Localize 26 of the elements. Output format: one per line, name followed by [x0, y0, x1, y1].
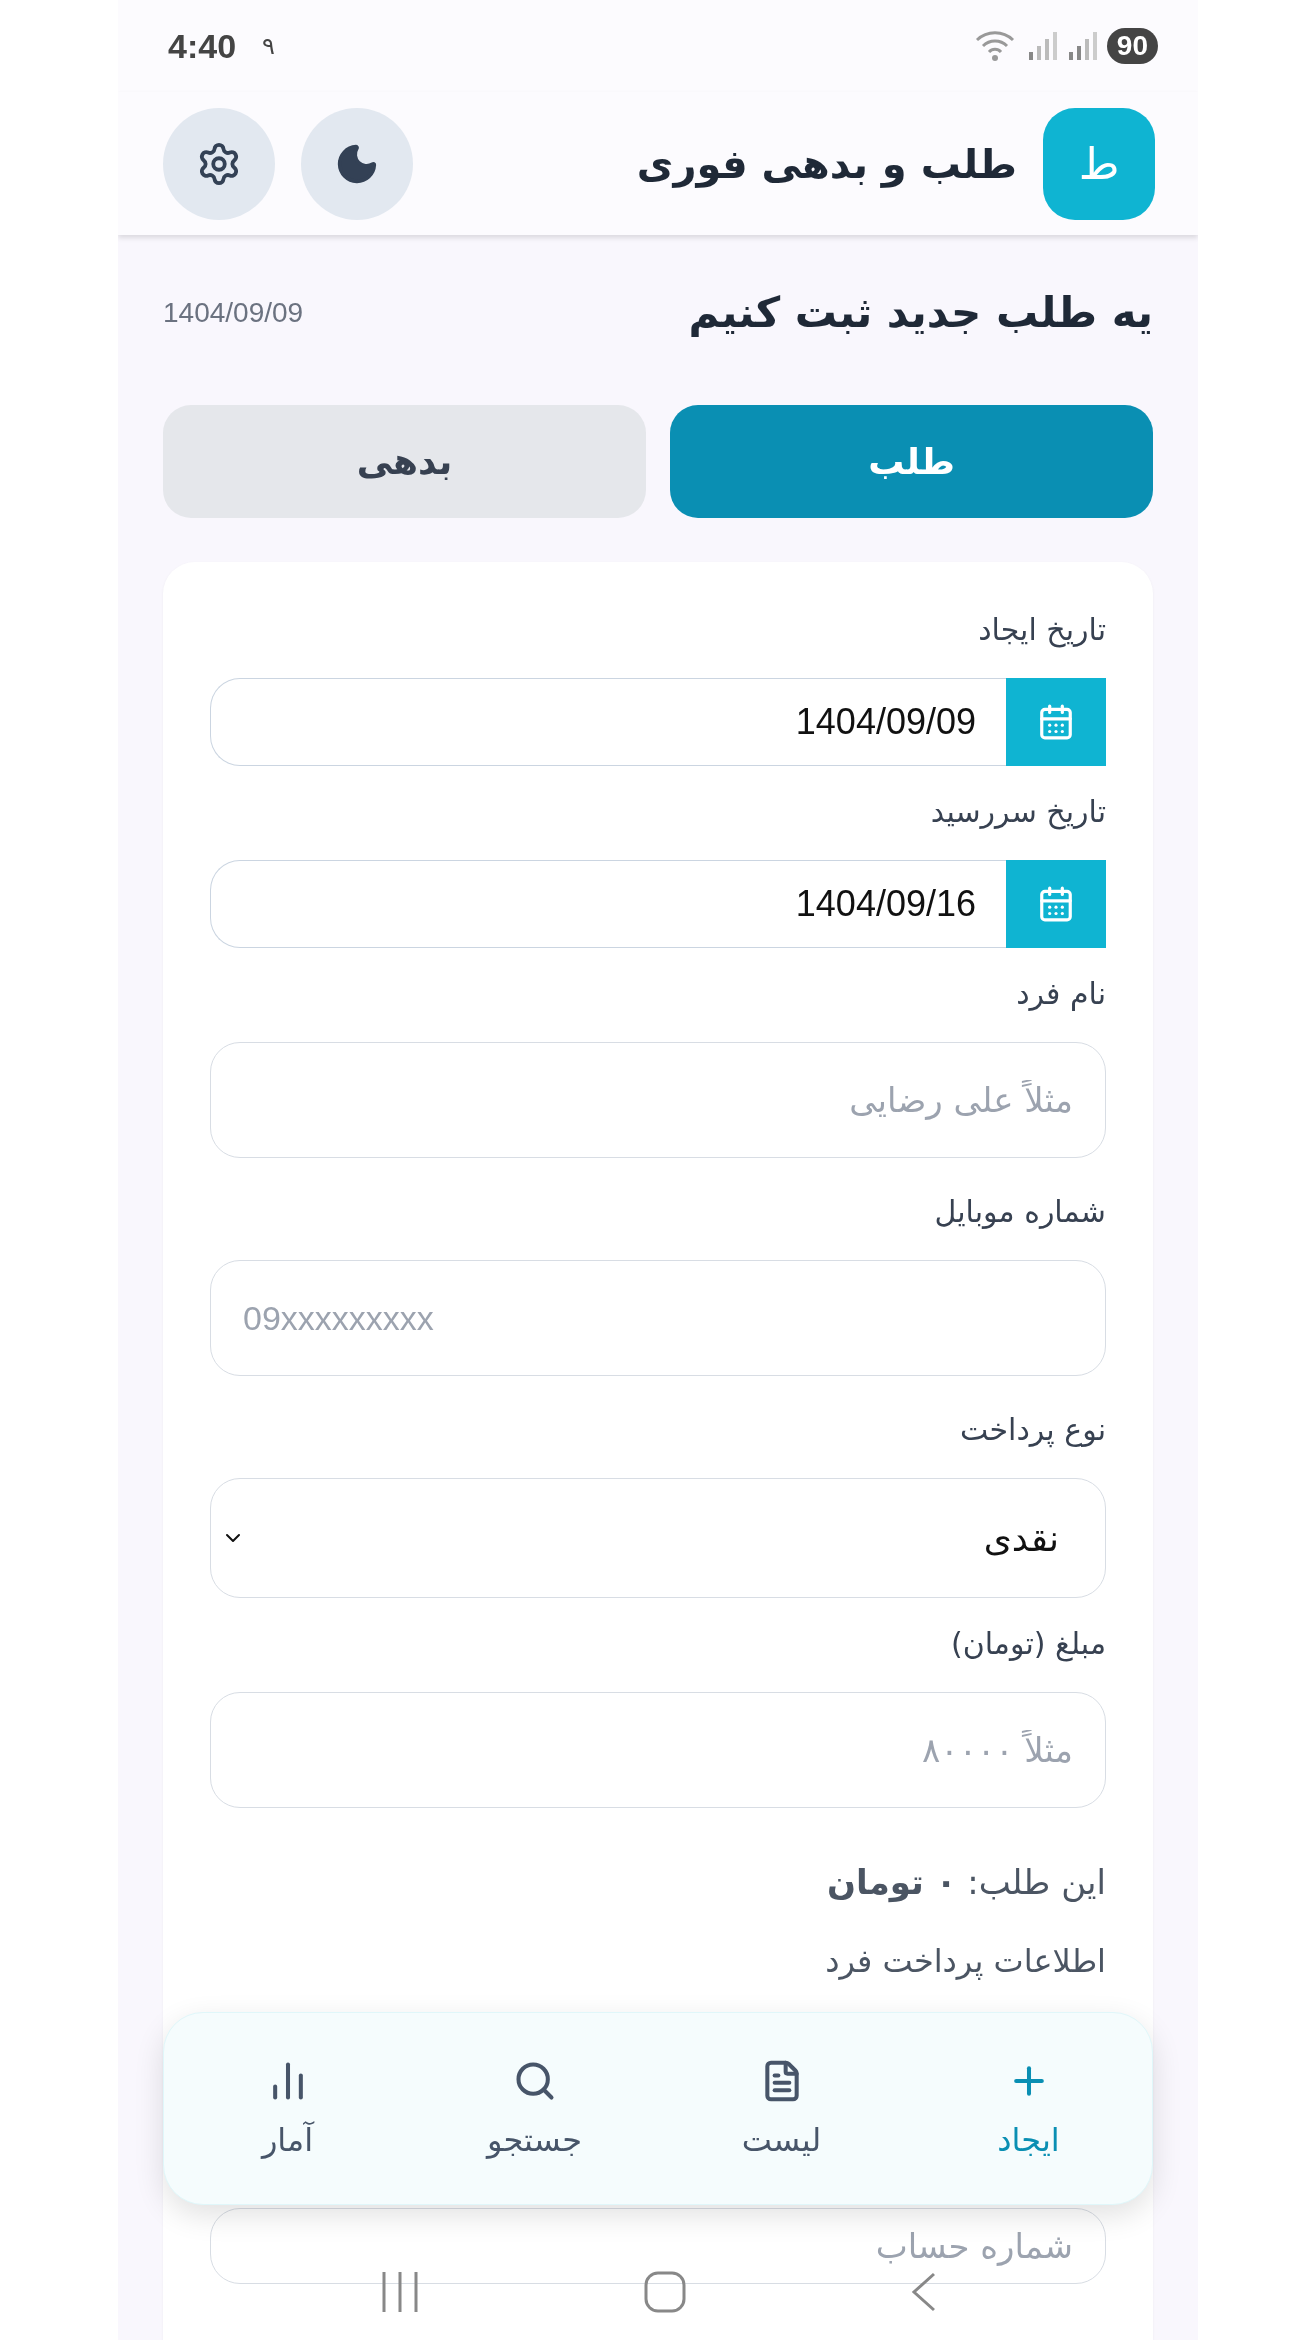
phone-field[interactable]: 09xxxxxxxxx: [210, 1260, 1106, 1376]
nav-item[interactable]: آمار: [164, 2057, 411, 2160]
nav-item[interactable]: ایجاد: [905, 2057, 1152, 2160]
app-logo: ط: [1043, 107, 1155, 220]
nav-item[interactable]: جستجو: [411, 2057, 658, 2160]
app-title: طلب و بدهی فوری: [635, 140, 1017, 187]
field-label: نام فرد: [1015, 976, 1106, 1013]
text-field[interactable]: شماره حساب: [210, 2208, 1106, 2284]
status-time: 4:40: [168, 26, 237, 66]
field-label: شماره موبایل: [933, 1194, 1106, 1231]
current-date: 1404/09/09: [163, 296, 304, 329]
field-label: نوع پرداخت: [959, 1412, 1106, 1450]
field-label: تاریخ ایجاد: [977, 612, 1106, 650]
date-field[interactable]: 1404/09/09: [210, 678, 1006, 766]
nav-item[interactable]: لیست: [658, 2057, 905, 2160]
page-heading: یه طلب جدید ثبت کنیم: [688, 288, 1153, 337]
field-label: تاریخ سررسید: [929, 794, 1106, 832]
type-tab[interactable]: بدهی: [163, 405, 646, 518]
total-text: این طلب: ۰ تومان: [825, 1862, 1106, 1902]
payment-type-select[interactable]: نقدی: [210, 1478, 1106, 1598]
battery-indicator: 90: [1106, 28, 1158, 64]
notification-indicator: ۹: [262, 32, 275, 60]
field-label: مبلغ (تومان): [949, 1626, 1106, 1664]
date-field[interactable]: 1404/09/16: [210, 860, 1006, 948]
type-tab[interactable]: طلب: [670, 405, 1153, 518]
section-label: اطلاعات پرداخت فرد: [824, 1942, 1106, 1982]
